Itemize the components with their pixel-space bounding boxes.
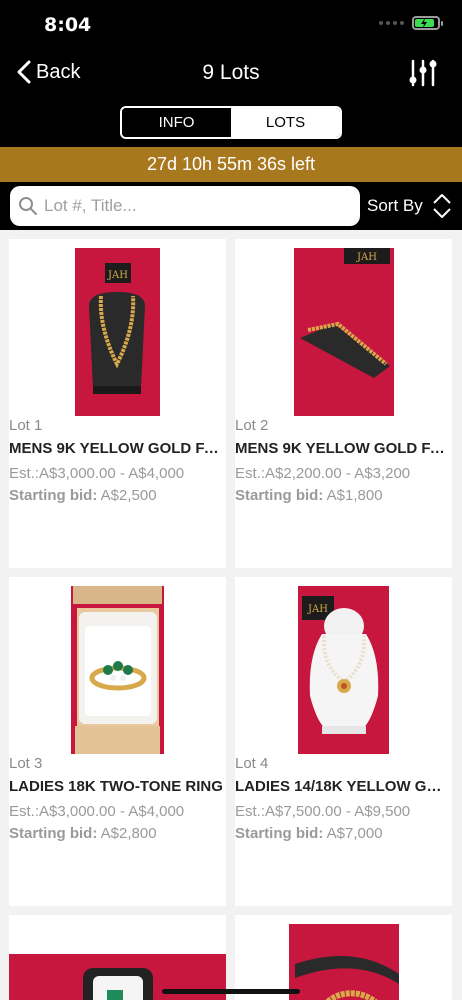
lot-card[interactable]: JAH Lot 1 MENS 9K YELLOW GOLD FANCY CURB… [9,239,226,568]
lot-number: Lot 1 [9,417,43,434]
lot-title: LADIES 18K TWO-TONE RING [9,778,223,795]
segmented-control-area: INFO LOTS [0,100,462,147]
bid-value: A$1,800 [326,487,383,504]
status-icons [379,16,443,30]
lot-card[interactable]: Lot 3 LADIES 18K TWO-TONE RING Est.:A$3,… [9,577,226,906]
lot-image: JAH [235,577,452,755]
lot-estimate: Est.:A$3,000.00 - A$4,000 [9,803,185,820]
sort-chevrons-icon [433,194,451,218]
chain-photo: JAH [75,248,160,416]
sort-by-label: Sort By [367,196,423,215]
search-input[interactable] [44,196,344,216]
lot-card[interactable]: JAH Lot 2 MENS 9K YELLOW GOLD FANCY CURB… [235,239,452,568]
jah-logo: JAH [107,270,128,281]
lots-screen: 8:04 Back 9 Lots INFO LOTS 27d 10h 55m 3… [0,0,462,1000]
navigation-bar: Back 9 Lots [0,48,462,100]
battery-level [415,18,434,28]
segmented-control: INFO LOTS [120,106,342,139]
bid-label: Starting bid: [235,487,324,504]
lot-number: Lot 2 [235,417,269,434]
necklace-photo: JAH [298,586,389,754]
lot-estimate: Est.:A$7,500.00 - A$9,500 [235,803,411,820]
lot-number: Lot 4 [235,755,269,772]
filter-sliders-icon[interactable] [408,58,438,88]
lot-title: LADIES 14/18K YELLOW GOLD PEARL NECKLACE [235,778,452,795]
lot-number: Lot 3 [9,755,43,772]
bracelet-photo: JAH [293,248,394,416]
lot-starting-bid: Starting bid: A$7,000 [235,825,383,842]
lot-image [235,915,452,1000]
countdown-timer: 27d 10h 55m 36s left [0,147,462,182]
jah-logo: JAH [307,604,328,615]
lot-estimate: Est.:A$3,000.00 - A$4,000 [9,465,185,482]
lot-estimate: Est.:A$2,200.00 - A$3,200 [235,465,411,482]
status-bar: 8:04 [0,0,462,48]
sort-by-button[interactable]: Sort By [367,186,453,226]
lots-grid: JAH Lot 1 MENS 9K YELLOW GOLD FANCY CURB… [0,230,462,1000]
lot-card[interactable]: JAH Lot 4 LADIES 14/18K YELLOW GOLD PEAR… [235,577,452,906]
status-time: 8:04 [44,14,92,36]
lot-image: JAH [235,239,452,417]
bid-value: A$2,500 [100,487,157,504]
search-box [10,186,360,226]
lot-starting-bid: Starting bid: A$1,800 [235,487,383,504]
lot-card[interactable] [9,915,226,1000]
bid-label: Starting bid: [235,825,324,842]
search-row: Sort By [0,182,462,230]
page-title: 9 Lots [202,61,260,84]
lot-title: MENS 9K YELLOW GOLD FANCY CURB LINK CHAI… [9,440,226,457]
bid-label: Starting bid: [9,825,98,842]
bid-label: Starting bid: [9,487,98,504]
signal-icon [379,21,404,25]
lot-image: JAH [9,239,226,417]
lot-image [9,577,226,755]
lot-title: MENS 9K YELLOW GOLD FANCY CURB LINK BRAC… [235,440,452,457]
tab-lots[interactable]: LOTS [231,108,340,137]
tab-info[interactable]: INFO [122,108,231,137]
lot-starting-bid: Starting bid: A$2,800 [9,825,157,842]
jah-logo: JAH [356,252,377,263]
lot-starting-bid: Starting bid: A$2,500 [9,487,157,504]
lot-image [9,915,226,1000]
ring-photo [71,586,164,754]
bid-value: A$7,000 [326,825,383,842]
home-indicator[interactable] [162,989,300,994]
bid-value: A$2,800 [100,825,157,842]
search-icon [19,197,37,215]
lot-card[interactable] [235,915,452,1000]
battery-icon [412,16,443,30]
